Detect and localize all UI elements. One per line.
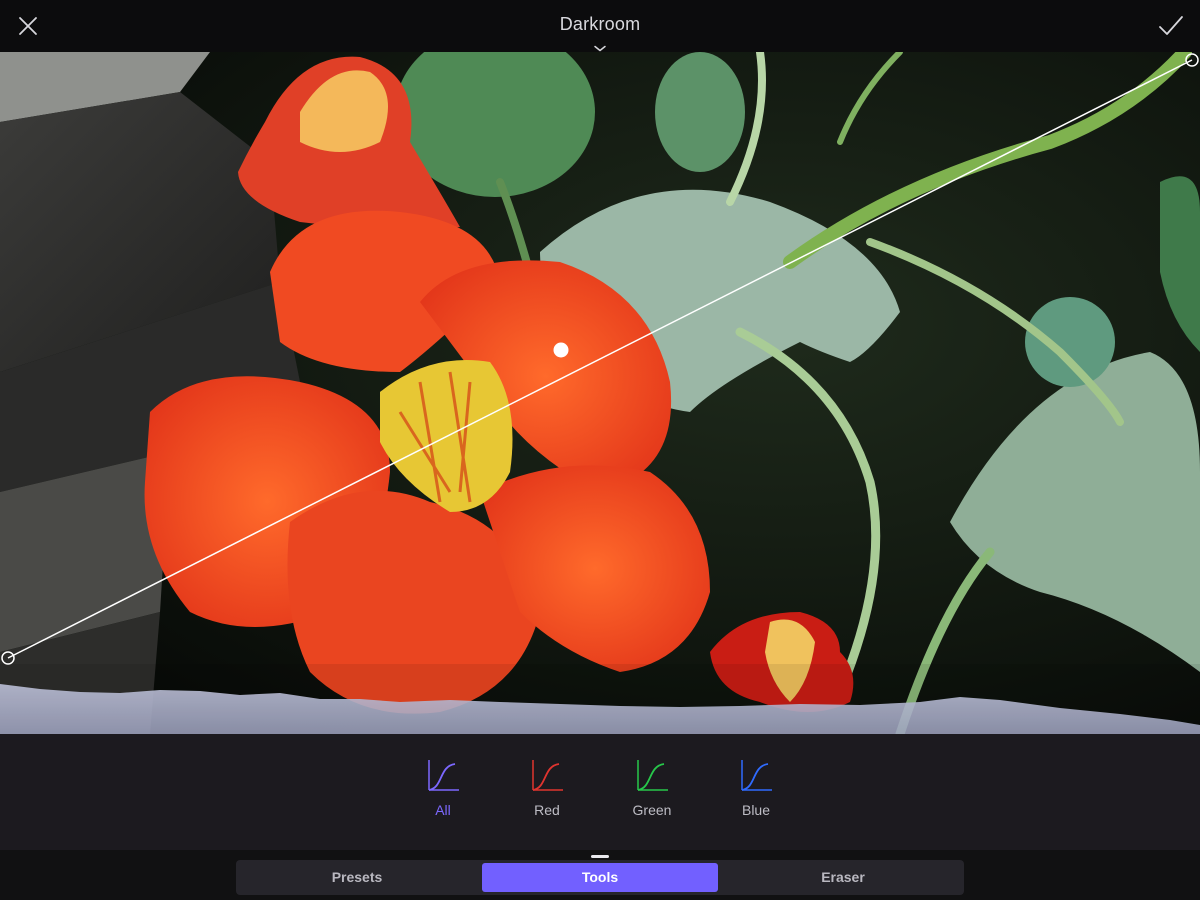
confirm-button[interactable] xyxy=(1156,12,1186,40)
channel-green-button[interactable]: Green xyxy=(612,758,692,834)
channel-label: All xyxy=(435,802,451,818)
curve-icon xyxy=(741,760,772,791)
curve-icon xyxy=(428,760,459,791)
channel-all-button[interactable]: All xyxy=(403,758,483,834)
channel-label: Blue xyxy=(741,802,771,818)
tab-eraser[interactable]: Eraser xyxy=(725,863,961,892)
tab-tools[interactable]: Tools xyxy=(482,863,718,892)
bottom-bar: Presets Tools Eraser xyxy=(0,850,1200,900)
tab-presets[interactable]: Presets xyxy=(239,863,475,892)
drag-handle[interactable] xyxy=(591,855,609,858)
channel-label: Red xyxy=(534,802,560,818)
channel-toolbar: All Red Green Blue xyxy=(0,734,1200,850)
page-title: Darkroom xyxy=(559,14,641,34)
photo-image xyxy=(0,52,1200,734)
title-dropdown-button[interactable] xyxy=(592,40,608,52)
darkroom-editor: Darkroom All Red Green Blue Presets Tool… xyxy=(0,0,1200,900)
curve-mid-point[interactable] xyxy=(553,342,569,358)
photo-canvas[interactable] xyxy=(0,52,1200,734)
top-bar: Darkroom xyxy=(0,0,1200,52)
mode-tabs: Presets Tools Eraser xyxy=(236,860,964,895)
curve-icon xyxy=(637,760,668,791)
channel-blue-button[interactable]: Blue xyxy=(716,758,796,834)
checkmark-icon xyxy=(1159,16,1183,35)
channel-red-button[interactable]: Red xyxy=(507,758,587,834)
histogram-band xyxy=(0,664,1200,734)
curve-icon xyxy=(532,760,563,791)
channel-label: Green xyxy=(632,802,672,818)
